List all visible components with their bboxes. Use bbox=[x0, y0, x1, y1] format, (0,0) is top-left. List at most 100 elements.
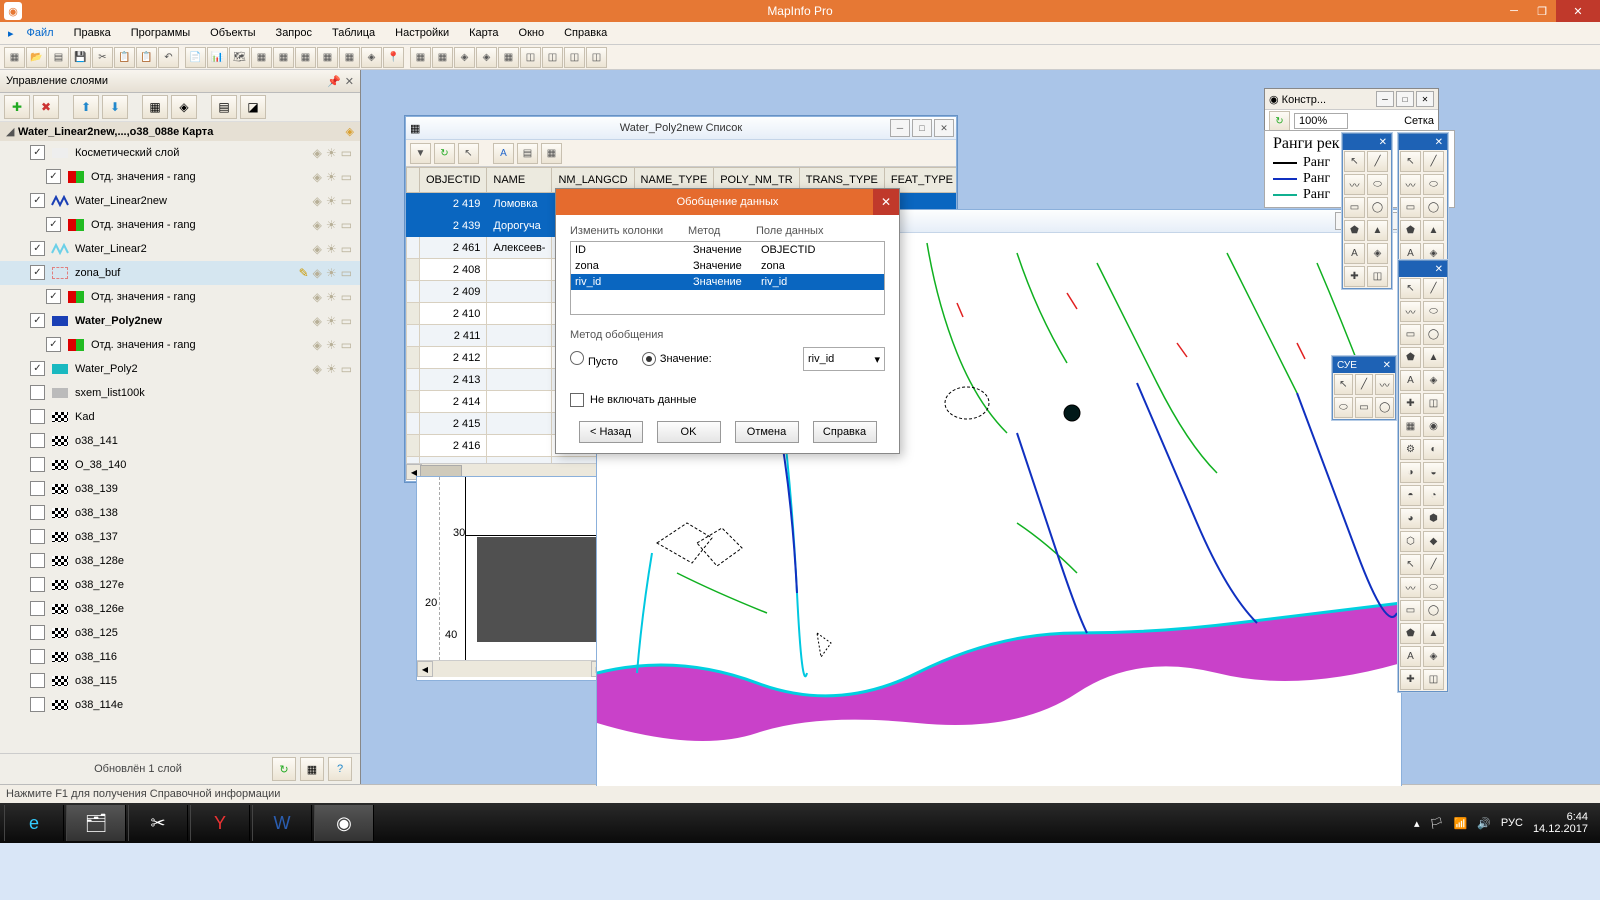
visible-icon[interactable]: ◈ bbox=[313, 314, 322, 328]
layer-row[interactable]: O_38_140 bbox=[0, 453, 360, 477]
tool-button[interactable]: ◒ bbox=[1423, 462, 1444, 483]
toolbar-btn-25[interactable]: ◫ bbox=[520, 47, 541, 68]
dialog-column-list[interactable]: IDЗначениеOBJECTIDzonaЗначениеzonariv_id… bbox=[570, 241, 885, 315]
toolbar-close-icon[interactable]: ✕ bbox=[1379, 137, 1387, 148]
layer-row[interactable]: о38_137 bbox=[0, 525, 360, 549]
value-select[interactable]: riv_id▾ bbox=[803, 347, 885, 371]
layer-checkbox[interactable] bbox=[30, 697, 45, 712]
toolbar-btn-18[interactable]: 📍 bbox=[383, 47, 404, 68]
tool-button[interactable]: ╱ bbox=[1367, 151, 1388, 172]
layer-checkbox[interactable] bbox=[30, 601, 45, 616]
tool-button[interactable]: ↖ bbox=[1400, 554, 1421, 575]
toolbar-btn-21[interactable]: ▦ bbox=[432, 47, 453, 68]
scale-scroll[interactable]: ◀▶ bbox=[417, 660, 607, 677]
tool-button[interactable]: ╱ bbox=[1423, 278, 1444, 299]
tool-button[interactable]: ▭ bbox=[1355, 397, 1374, 418]
label-ico[interactable]: ▭ bbox=[341, 362, 352, 376]
layer-row[interactable]: о38_115 bbox=[0, 669, 360, 693]
style-icon[interactable]: ☀ bbox=[326, 266, 337, 280]
layer-checkbox[interactable] bbox=[30, 505, 45, 520]
tool-button[interactable]: A bbox=[1400, 370, 1421, 391]
layer-checkbox[interactable] bbox=[30, 553, 45, 568]
tool-button[interactable]: ▲ bbox=[1423, 220, 1444, 241]
layer-checkbox[interactable] bbox=[30, 457, 45, 472]
menu-Справка[interactable]: Справка bbox=[555, 25, 616, 41]
word-icon[interactable]: W bbox=[252, 805, 312, 841]
network-icon[interactable]: 📶 bbox=[1454, 817, 1468, 830]
toolbar-btn-23[interactable]: ◈ bbox=[476, 47, 497, 68]
tool-button[interactable]: ◆ bbox=[1423, 531, 1444, 552]
menu-Файл[interactable]: Файл bbox=[18, 25, 63, 41]
tool-button[interactable]: ◯ bbox=[1423, 600, 1444, 621]
clock[interactable]: 6:4414.12.2017 bbox=[1533, 811, 1588, 835]
tool-button[interactable]: ✚ bbox=[1400, 669, 1421, 690]
tool-button[interactable]: 〰 bbox=[1344, 174, 1365, 195]
layer-checkbox[interactable] bbox=[30, 409, 45, 424]
remove-layer-button[interactable]: ✖ bbox=[33, 95, 59, 119]
tool-button[interactable]: ◯ bbox=[1423, 324, 1444, 345]
layer-checkbox[interactable]: ✓ bbox=[30, 313, 45, 328]
style-icon[interactable]: ☀ bbox=[326, 194, 337, 208]
column-header[interactable]: NAME bbox=[487, 168, 552, 193]
add-row-button[interactable]: ▤ bbox=[517, 143, 538, 164]
move-up-button[interactable]: ⬆ bbox=[73, 95, 99, 119]
explorer-icon[interactable]: 🗂 bbox=[66, 805, 126, 841]
layer-row[interactable]: о38_138 bbox=[0, 501, 360, 525]
style-icon[interactable]: ☀ bbox=[326, 338, 337, 352]
layer-row[interactable]: ✓Water_Poly2◈☀▭ bbox=[0, 357, 360, 381]
layer-row[interactable]: ✓Отд. значения - rang◈☀▭ bbox=[0, 333, 360, 357]
zoom-refresh-icon[interactable]: ↻ bbox=[1269, 111, 1290, 132]
style-icon[interactable]: ☀ bbox=[326, 314, 337, 328]
style-icon[interactable]: ☀ bbox=[326, 242, 337, 256]
columns-button[interactable]: ▦ bbox=[541, 143, 562, 164]
tool-button[interactable]: ⬟ bbox=[1400, 220, 1421, 241]
label-ico[interactable]: ▭ bbox=[341, 314, 352, 328]
toolbar-btn-17[interactable]: ◈ bbox=[361, 47, 382, 68]
mapinfo-task-icon[interactable]: ◉ bbox=[314, 805, 374, 841]
layer-row[interactable]: о38_126e bbox=[0, 597, 360, 621]
tool-button[interactable]: ◓ bbox=[1400, 485, 1421, 506]
layer-row[interactable]: ✓Отд. значения - rang◈☀▭ bbox=[0, 213, 360, 237]
tool-button[interactable]: ◈ bbox=[1423, 370, 1444, 391]
layer-checkbox[interactable]: ✓ bbox=[30, 193, 45, 208]
layer-checkbox[interactable]: ✓ bbox=[46, 289, 61, 304]
label-ico[interactable]: ▭ bbox=[341, 194, 352, 208]
layer-checkbox[interactable] bbox=[30, 529, 45, 544]
layer-label-button[interactable]: ▤ bbox=[211, 95, 237, 119]
tool-button[interactable]: ▲ bbox=[1423, 623, 1444, 644]
layer-row[interactable]: ✓Water_Linear2◈☀▭ bbox=[0, 237, 360, 261]
font-button[interactable]: A bbox=[493, 143, 514, 164]
toolbar-btn-14[interactable]: ▦ bbox=[295, 47, 316, 68]
layer-row[interactable]: о38_116 bbox=[0, 645, 360, 669]
layer-checkbox[interactable]: ✓ bbox=[30, 241, 45, 256]
tray-arrow-icon[interactable]: ▴ bbox=[1414, 817, 1420, 830]
layer-checkbox[interactable]: ✓ bbox=[30, 265, 45, 280]
tool-button[interactable]: ⬭ bbox=[1423, 174, 1444, 195]
tool-button[interactable]: ⬡ bbox=[1400, 531, 1421, 552]
menu-Объекты[interactable]: Объекты bbox=[201, 25, 264, 41]
minimize-button[interactable]: ─ bbox=[1500, 0, 1528, 22]
dialog-list-row[interactable]: IDЗначениеOBJECTID bbox=[571, 242, 884, 258]
snip-icon[interactable]: ✂ bbox=[128, 805, 188, 841]
layer-row[interactable]: о38_114e bbox=[0, 693, 360, 717]
toolbar-btn-0[interactable]: ▦ bbox=[4, 47, 25, 68]
layer-row[interactable]: о38_125 bbox=[0, 621, 360, 645]
toolbar-btn-10[interactable]: 📊 bbox=[207, 47, 228, 68]
toolbar-btn-15[interactable]: ▦ bbox=[317, 47, 338, 68]
close-panel-icon[interactable]: ✕ bbox=[345, 75, 354, 88]
pin-icon[interactable]: 📌 bbox=[327, 75, 341, 88]
style-icon[interactable]: ☀ bbox=[326, 362, 337, 376]
menu-Настройки[interactable]: Настройки bbox=[386, 25, 458, 41]
layer-row[interactable]: о38_141 bbox=[0, 429, 360, 453]
layer-checkbox[interactable] bbox=[30, 673, 45, 688]
tool-button[interactable]: ◫ bbox=[1423, 393, 1444, 414]
menu-Таблица[interactable]: Таблица bbox=[323, 25, 384, 41]
tool-button[interactable]: ◯ bbox=[1367, 197, 1388, 218]
move-down-button[interactable]: ⬇ bbox=[102, 95, 128, 119]
add-layer-button[interactable]: ✚ bbox=[4, 95, 30, 119]
tool-button[interactable]: ⚙ bbox=[1400, 439, 1421, 460]
tool-button[interactable]: ◈ bbox=[1423, 646, 1444, 667]
style-icon[interactable]: ☀ bbox=[326, 218, 337, 232]
toolbar-btn-1[interactable]: 📂 bbox=[26, 47, 47, 68]
select-tool-button[interactable]: ↖ bbox=[458, 143, 479, 164]
